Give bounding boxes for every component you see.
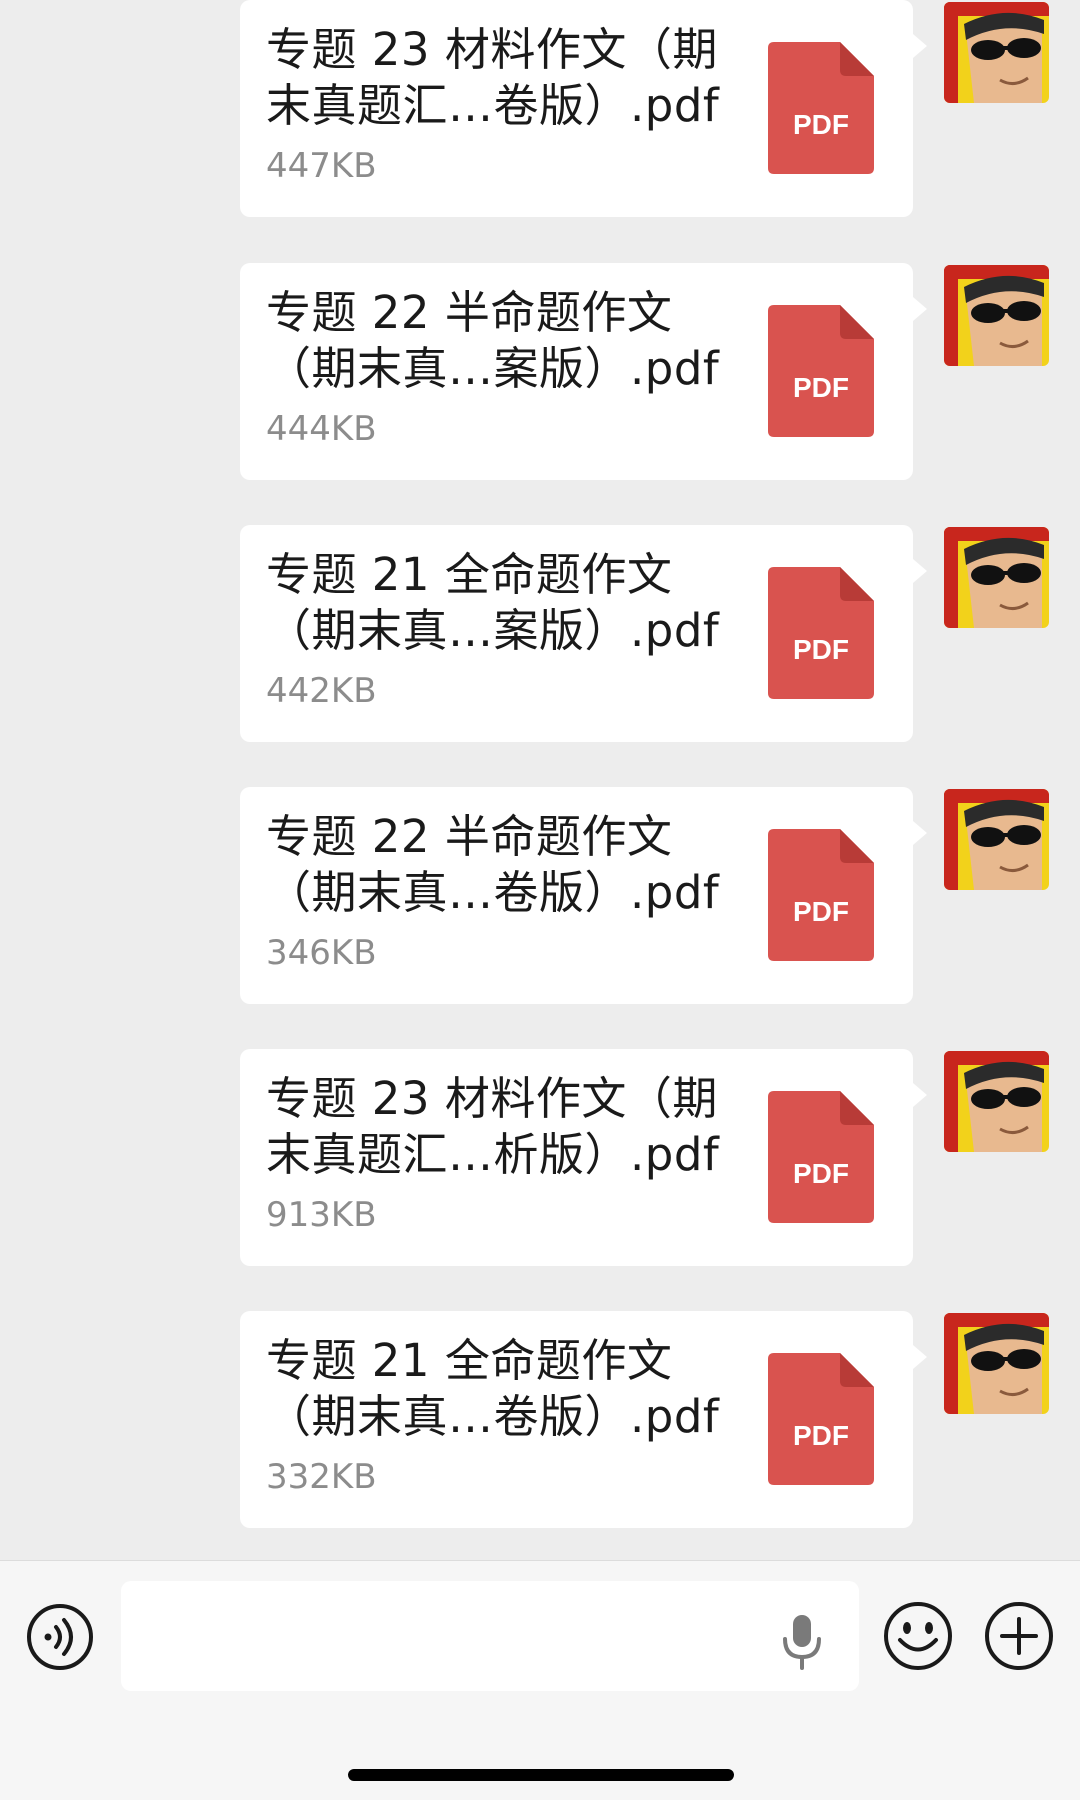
emoji-icon[interactable]	[883, 1601, 953, 1671]
voice-icon[interactable]	[26, 1603, 94, 1671]
file-name: 专题 21 全命题作文 （期末真…案版）.pdf	[266, 548, 720, 657]
file-message-bubble[interactable]: 专题 21 全命题作文 （期末真…案版）.pdf 442KB PDF	[240, 525, 927, 742]
avatar[interactable]	[944, 527, 1049, 628]
pdf-file-icon: PDF	[768, 829, 874, 961]
file-size: 447KB	[266, 146, 377, 186]
avatar[interactable]	[944, 265, 1049, 366]
message-row: 专题 21 全命题作文 （期末真…案版）.pdf 442KB PDF	[0, 525, 1080, 745]
plus-icon[interactable]	[984, 1601, 1054, 1671]
pdf-file-icon: PDF	[768, 1353, 874, 1485]
pdf-file-icon: PDF	[768, 42, 874, 174]
pdf-label: PDF	[793, 896, 849, 927]
pdf-label: PDF	[793, 634, 849, 665]
chat-message-list[interactable]: 专题 23 材料作文（期 末真题汇…卷版）.pdf 447KB PDF 专题 2…	[0, 0, 1080, 1560]
file-size: 332KB	[266, 1457, 377, 1497]
file-message-bubble[interactable]: 专题 22 半命题作文 （期末真…卷版）.pdf 346KB PDF	[240, 787, 927, 1004]
pdf-file-icon: PDF	[768, 567, 874, 699]
file-name: 专题 21 全命题作文 （期末真…卷版）.pdf	[266, 1334, 720, 1443]
file-size: 444KB	[266, 409, 377, 449]
message-row: 专题 22 半命题作文 （期末真…卷版）.pdf 346KB PDF	[0, 787, 1080, 1007]
avatar[interactable]	[944, 1313, 1049, 1414]
file-name: 专题 22 半命题作文 （期末真…卷版）.pdf	[266, 810, 720, 919]
avatar[interactable]	[944, 789, 1049, 890]
pdf-label: PDF	[793, 372, 849, 403]
message-row: 专题 22 半命题作文 （期末真…案版）.pdf 444KB PDF	[0, 263, 1080, 483]
pdf-label: PDF	[793, 1158, 849, 1189]
file-name: 专题 23 材料作文（期 末真题汇…卷版）.pdf	[266, 23, 720, 132]
home-indicator[interactable]	[348, 1769, 734, 1781]
avatar[interactable]	[944, 1051, 1049, 1152]
file-name: 专题 22 半命题作文 （期末真…案版）.pdf	[266, 286, 720, 395]
message-row: 专题 23 材料作文（期 末真题汇…析版）.pdf 913KB PDF	[0, 1049, 1080, 1269]
avatar[interactable]	[944, 2, 1049, 103]
file-name: 专题 23 材料作文（期 末真题汇…析版）.pdf	[266, 1072, 720, 1181]
message-row: 专题 21 全命题作文 （期末真…卷版）.pdf 332KB PDF	[0, 1311, 1080, 1531]
pdf-label: PDF	[793, 109, 849, 140]
microphone-icon[interactable]	[780, 1613, 824, 1671]
pdf-label: PDF	[793, 1420, 849, 1451]
pdf-file-icon: PDF	[768, 1091, 874, 1223]
chat-input-bar	[0, 1560, 1080, 1800]
file-size: 913KB	[266, 1195, 377, 1235]
message-input[interactable]	[121, 1581, 859, 1691]
file-message-bubble[interactable]: 专题 23 材料作文（期 末真题汇…析版）.pdf 913KB PDF	[240, 1049, 927, 1266]
file-message-bubble[interactable]: 专题 21 全命题作文 （期末真…卷版）.pdf 332KB PDF	[240, 1311, 927, 1528]
file-size: 346KB	[266, 933, 377, 973]
file-size: 442KB	[266, 671, 377, 711]
message-row: 专题 23 材料作文（期 末真题汇…卷版）.pdf 447KB PDF	[0, 0, 1080, 220]
pdf-file-icon: PDF	[768, 305, 874, 437]
file-message-bubble[interactable]: 专题 23 材料作文（期 末真题汇…卷版）.pdf 447KB PDF	[240, 0, 927, 217]
file-message-bubble[interactable]: 专题 22 半命题作文 （期末真…案版）.pdf 444KB PDF	[240, 263, 927, 480]
